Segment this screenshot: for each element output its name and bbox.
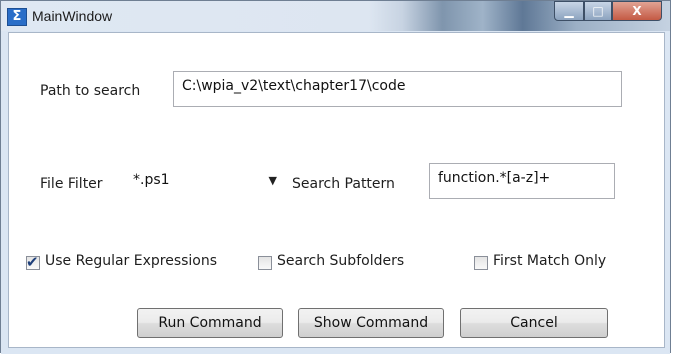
- minimize-button[interactable]: ▁: [554, 1, 584, 21]
- minimize-icon: ▁: [564, 4, 574, 18]
- close-button[interactable]: X: [612, 1, 662, 21]
- app-icon[interactable]: Σ: [7, 8, 27, 26]
- search-subfolders-label[interactable]: Search Subfolders: [277, 253, 404, 269]
- check-icon: ✔: [26, 253, 39, 271]
- cancel-button[interactable]: Cancel: [460, 308, 608, 338]
- file-filter-combobox[interactable]: *.ps1 ▼: [127, 164, 285, 200]
- file-filter-label: File Filter: [40, 176, 103, 192]
- use-regex-label[interactable]: Use Regular Expressions: [45, 253, 217, 269]
- show-command-button[interactable]: Show Command: [298, 308, 444, 338]
- run-command-button[interactable]: Run Command: [137, 308, 283, 338]
- search-pattern-label: Search Pattern: [292, 176, 395, 192]
- first-match-label[interactable]: First Match Only: [493, 253, 606, 269]
- path-input[interactable]: C:\wpia_v2\text\chapter17\code: [173, 71, 622, 107]
- window-bottom-border: [1, 348, 670, 354]
- window-title: MainWindow: [32, 8, 113, 24]
- first-match-checkbox[interactable]: [474, 256, 488, 270]
- dropdown-arrow-icon[interactable]: ▼: [269, 174, 277, 187]
- file-filter-value: *.ps1: [133, 172, 170, 188]
- search-subfolders-checkbox[interactable]: [258, 256, 272, 270]
- main-window: Σ MainWindow ▁ □ X Path to search C:\wpi…: [0, 0, 671, 354]
- search-pattern-input[interactable]: function.*[a-z]+: [429, 163, 615, 199]
- title-bar[interactable]: Σ MainWindow ▁ □ X: [1, 1, 670, 31]
- use-regex-checkbox[interactable]: ✔: [26, 253, 40, 271]
- close-icon: X: [632, 4, 642, 18]
- maximize-button[interactable]: □: [584, 1, 612, 21]
- path-label: Path to search: [40, 83, 141, 99]
- maximize-icon: □: [592, 4, 604, 18]
- client-area: Path to search C:\wpia_v2\text\chapter17…: [8, 32, 665, 348]
